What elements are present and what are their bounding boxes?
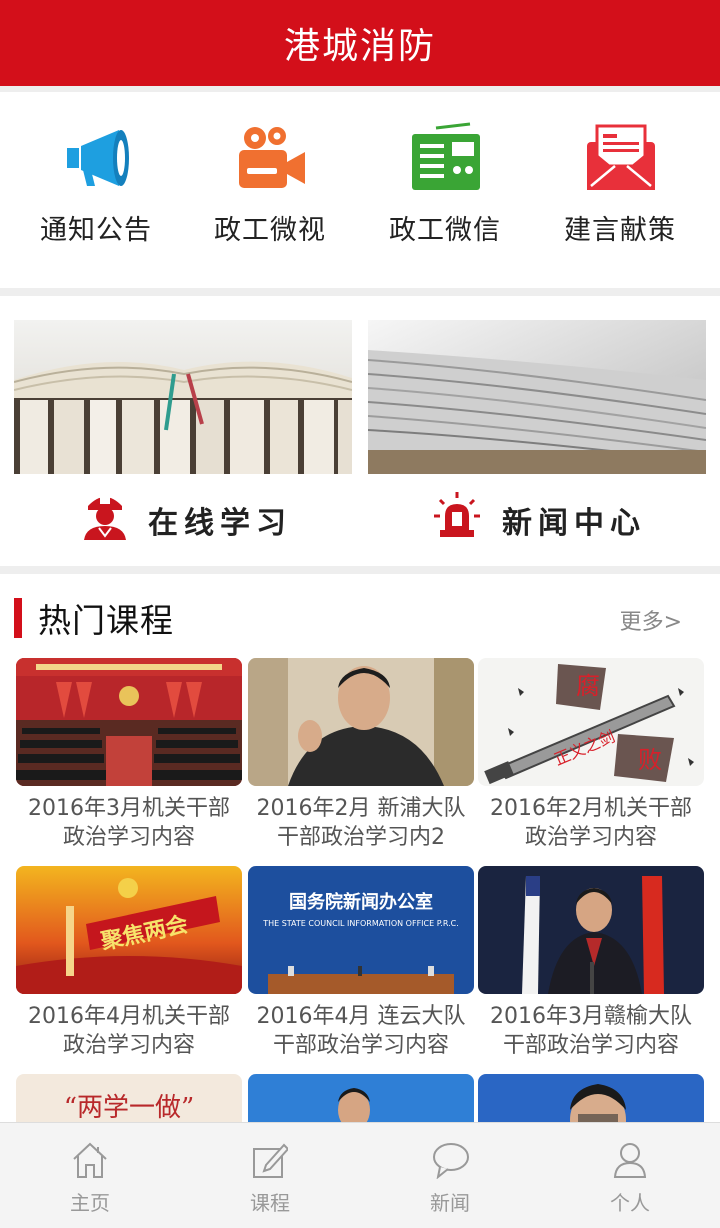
course-card[interactable]: 2016年3月赣榆大队 干部政治学习内容	[478, 866, 704, 1066]
leader-speech-photo	[478, 866, 704, 994]
leader-portrait-photo-3	[478, 1074, 704, 1122]
conference-hall-photo	[16, 658, 242, 786]
feature-caption: 在线学习	[14, 488, 352, 544]
person-icon	[613, 1143, 647, 1178]
quick-item-suggest[interactable]: 建言献策	[530, 92, 710, 288]
newspaper-photo	[368, 320, 706, 474]
feature-online-learning[interactable]: 在线学习	[14, 320, 352, 550]
video-camera-icon	[239, 127, 305, 188]
hot-courses-section: 热门课程 更多> 2016年3月机关干部 政治学习内容 2016年2月 新浦大队…	[0, 574, 720, 1122]
feature-label: 在线学习	[148, 506, 292, 541]
app-title: 港城消防	[283, 26, 436, 67]
firefighter-icon	[84, 496, 126, 540]
section-accent-bar	[14, 598, 22, 638]
nav-item-courses[interactable]: 课程	[180, 1123, 360, 1228]
megaphone-icon	[67, 130, 129, 186]
course-title: 2016年3月机关干部 政治学习内容	[28, 796, 230, 850]
quick-item-label: 建言献策	[564, 215, 676, 246]
quick-item-wechat[interactable]: 政工微信	[355, 92, 535, 288]
feature-caption: 新闻中心	[368, 488, 706, 544]
bottom-nav: 主页 课程 新闻 个人	[0, 1122, 720, 1228]
radio-icon	[412, 122, 480, 190]
quick-item-notice[interactable]: 通知公告	[6, 92, 186, 288]
edit-icon	[253, 1143, 288, 1178]
alarm-light-icon	[434, 492, 480, 537]
two-sessions-banner: 聚焦两会	[16, 866, 242, 994]
nav-item-profile[interactable]: 个人	[540, 1123, 720, 1228]
course-title: 2016年4月 连云大队 干部政治学习内容	[256, 1004, 466, 1058]
home-icon	[73, 1142, 107, 1178]
course-title: 2016年2月机关干部 政治学习内容	[490, 796, 692, 850]
course-title: 2016年4月机关干部 政治学习内容	[28, 1004, 230, 1058]
feature-news-center[interactable]: 新闻中心	[368, 320, 706, 550]
envelope-icon	[587, 124, 655, 190]
nav-item-news[interactable]: 新闻	[360, 1123, 540, 1228]
quick-item-label: 政工微视	[214, 215, 326, 246]
svg-text:THE STATE COUNCIL INFORMATION: THE STATE COUNCIL INFORMATION OFFICE P.R…	[262, 919, 459, 928]
nav-item-home[interactable]: 主页	[0, 1123, 180, 1228]
svg-text:败: 败	[638, 746, 662, 774]
feature-section: 在线学习 新闻中心	[0, 296, 720, 566]
course-card[interactable]: 腐 败 正义之剑 2016年2月机关干部 政治学习内容	[478, 658, 704, 858]
feature-label: 新闻中心	[502, 506, 646, 541]
quick-item-label: 政工微信	[389, 215, 501, 246]
course-card[interactable]: 2016年2月 新浦大队 干部政治学习内2	[248, 658, 474, 858]
nav-label: 主页	[70, 1191, 110, 1215]
svg-text:腐: 腐	[576, 672, 600, 700]
section-title: 热门课程	[38, 601, 174, 640]
course-card[interactable]	[478, 1074, 704, 1122]
svg-text:“两学一做”: “两学一做”	[64, 1093, 195, 1122]
chat-bubble-icon	[433, 1143, 469, 1179]
quick-item-video[interactable]: 政工微视	[180, 92, 360, 288]
books-photo	[14, 320, 352, 474]
course-card[interactable]: 国务院新闻办公室 THE STATE COUNCIL INFORMATION O…	[248, 866, 474, 1066]
more-link[interactable]: 更多>	[620, 604, 682, 636]
press-office-photo: 国务院新闻办公室 THE STATE COUNCIL INFORMATION O…	[248, 866, 474, 994]
leader-portrait-photo-2	[248, 1074, 474, 1122]
nav-label: 新闻	[430, 1191, 470, 1215]
course-title: 2016年2月 新浦大队 干部政治学习内2	[256, 796, 466, 850]
app-header: 港城消防	[0, 0, 720, 86]
course-card[interactable]: 2016年3月机关干部 政治学习内容	[16, 658, 242, 858]
leader-portrait-photo	[248, 658, 474, 786]
quick-item-label: 通知公告	[40, 215, 152, 246]
anti-corruption-cartoon: 腐 败 正义之剑	[478, 658, 704, 786]
svg-text:国务院新闻办公室: 国务院新闻办公室	[289, 891, 433, 913]
course-title: 2016年3月赣榆大队 干部政治学习内容	[490, 1004, 692, 1058]
course-card[interactable]: 聚焦两会 2016年4月机关干部 政治学习内容	[16, 866, 242, 1066]
calligraphy-banner: “两学一做”	[16, 1074, 242, 1122]
quick-menu: 通知公告 政工微视 政工微信 建言献策	[0, 92, 720, 288]
nav-label: 课程	[250, 1191, 290, 1215]
app-screen: 港城消防 通知公告 政工微视 政工微信 建言献策 在线学习 新闻中心 热门课程 …	[0, 0, 720, 1228]
course-card[interactable]	[248, 1074, 474, 1122]
course-card[interactable]: “两学一做”	[16, 1074, 242, 1122]
nav-label: 个人	[610, 1191, 650, 1215]
